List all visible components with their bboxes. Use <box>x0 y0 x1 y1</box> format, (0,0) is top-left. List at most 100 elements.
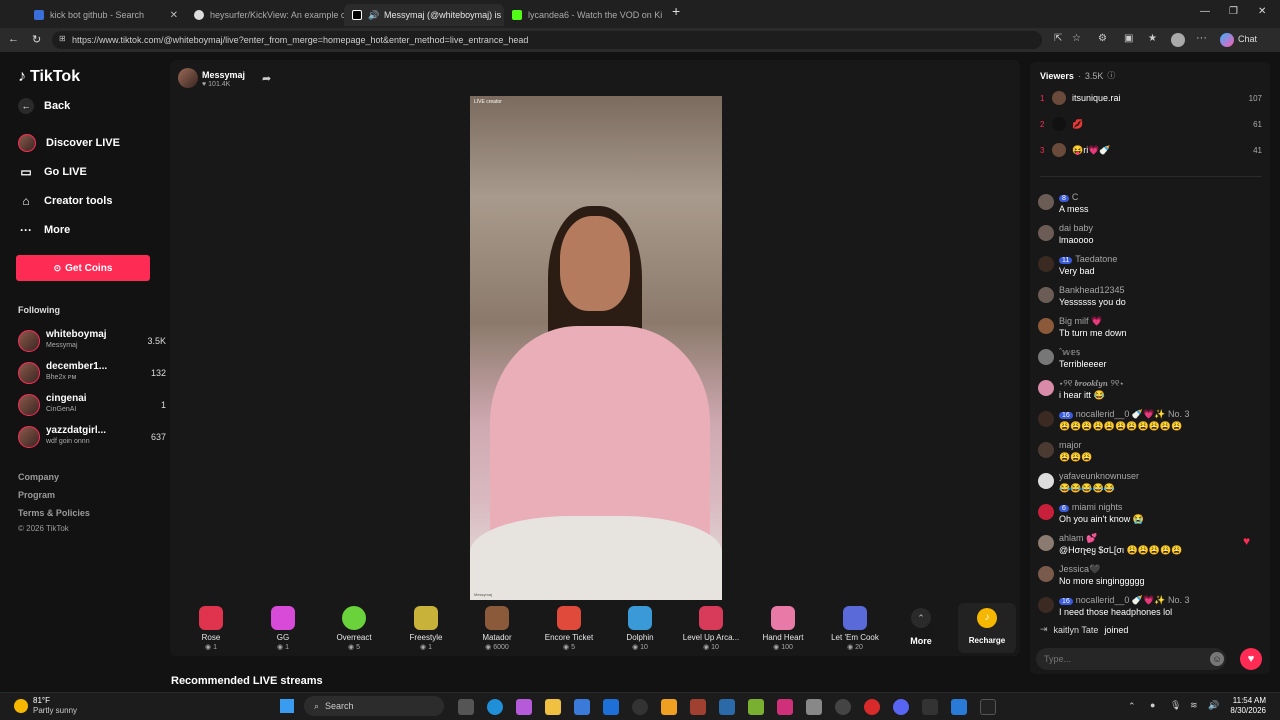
discord-icon[interactable] <box>893 699 909 715</box>
menu-dots-icon[interactable]: ··· <box>1196 32 1207 44</box>
opera-icon[interactable] <box>864 699 880 715</box>
chat-message[interactable]: dai baby lmaoooo <box>1038 223 1263 253</box>
gift-hand-heart[interactable]: Hand Heart ◉ 100 <box>748 606 818 651</box>
split-screen-icon[interactable]: ▣ <box>1124 33 1133 44</box>
emoji-icon[interactable]: ☺ <box>1210 652 1224 666</box>
close-window-button[interactable]: ✕ <box>1258 6 1266 17</box>
following-item[interactable]: whiteboymaj Messymaj 3.5K <box>18 328 166 356</box>
refresh-icon[interactable]: ↻ <box>32 33 41 46</box>
gift-matador[interactable]: Matador ◉ 6000 <box>462 606 532 651</box>
store-icon[interactable] <box>574 699 590 715</box>
top-viewer-row[interactable]: 1 itsunique.rai 107 <box>1040 90 1262 106</box>
gift-let-em-cook[interactable]: Let 'Em Cook ◉ 20 <box>820 606 890 651</box>
task-view-icon[interactable] <box>458 699 474 715</box>
tiktok-logo[interactable]: ♪ TikTok <box>18 68 80 86</box>
weather-desc[interactable]: Partly sunny <box>33 706 77 715</box>
gift-overreact[interactable]: Overreact ◉ 5 <box>319 606 389 651</box>
top-viewer-row[interactable]: 3 😝ri💗🍼 41 <box>1040 142 1262 158</box>
url-input[interactable]: ⊞ https://www.tiktok.com/@whiteboymaj/li… <box>52 31 1042 49</box>
tab-kick-bot-search[interactable]: kick bot github - Search ✕ <box>26 4 186 26</box>
footer-link-terms[interactable]: Terms & Policies <box>18 508 90 518</box>
chart-app-icon[interactable] <box>922 699 938 715</box>
instagram-icon[interactable] <box>777 699 793 715</box>
gift-gg[interactable]: GG ◉ 1 <box>248 606 318 651</box>
footer-link-company[interactable]: Company <box>18 472 59 482</box>
app-icon[interactable] <box>748 699 764 715</box>
chat-message[interactable]: Bankhead12345 Yessssss you do <box>1038 285 1263 315</box>
following-item[interactable]: cingenai CinGenAI 1 <box>18 392 166 420</box>
chat-message[interactable]: 6 miami nights Oh you ain't know 😭 <box>1038 502 1263 532</box>
following-item[interactable]: yazzdatgirl... wdf goin onnn 637 <box>18 424 166 452</box>
host-name[interactable]: Messymaj <box>202 70 245 80</box>
gifts-more-button[interactable]: ⌃ More <box>896 608 946 646</box>
gift-level-up-arcade[interactable]: Level Up Arca... ◉ 10 <box>676 606 746 651</box>
chat-message[interactable]: 16 nocallerid__0 🍼💗✨ No. 3 😩😩😩😩😩😩😩😩😩😩😩 <box>1038 409 1263 439</box>
chat-message[interactable]: ⋆୨୧ 𝒃𝒓𝒐𝒐𝒌𝒍𝒚𝒏 ୨୧⋆ i hear itt 😂 <box>1038 378 1263 408</box>
chat-message[interactable]: 11 Taedatone Very bad <box>1038 254 1263 284</box>
favorite-star-icon[interactable]: ☆ <box>1072 33 1081 44</box>
copilot-icon[interactable] <box>1220 33 1234 47</box>
nav-more[interactable]: ··· More <box>18 222 70 238</box>
volume-icon[interactable]: 🔊 <box>1208 700 1219 711</box>
tab-kick-vod[interactable]: lycandea6 - Watch the VOD on Ki ✕ <box>504 4 664 26</box>
share-icon[interactable]: ➦ <box>262 72 271 85</box>
gift-freestyle[interactable]: Freestyle ◉ 1 <box>391 606 461 651</box>
tray-app-icon[interactable]: ● <box>1150 700 1155 710</box>
back-arrow-icon[interactable]: ← <box>8 33 19 45</box>
chat-input[interactable] <box>1036 648 1226 670</box>
tab-kickview-github[interactable]: heysurfer/KickView: An example c ✕ <box>186 4 344 26</box>
info-icon[interactable]: ⓘ <box>1107 70 1115 81</box>
chat-message[interactable]: major 😩😩😩 <box>1038 440 1263 470</box>
gift-dolphin[interactable]: Dolphin ◉ 10 <box>605 606 675 651</box>
chat-button-label[interactable]: Chat <box>1238 34 1257 44</box>
close-tab-icon[interactable]: ✕ <box>170 10 178 21</box>
weather-temp[interactable]: 81°F <box>33 696 50 705</box>
nav-go-live[interactable]: ▭ Go LIVE <box>18 164 86 180</box>
gift-rose[interactable]: Rose ◉ 1 <box>176 606 246 651</box>
viewers-header[interactable]: Viewers · 3.5K ⓘ <box>1040 70 1115 81</box>
site-info-icon[interactable]: ⊞ <box>59 34 66 43</box>
taskbar-search[interactable]: ⌕ Search <box>304 696 444 716</box>
windows-start-icon[interactable] <box>280 699 294 713</box>
chat-message[interactable]: Big milf 💗 Tb turn me down <box>1038 316 1263 346</box>
copilot-app-icon[interactable] <box>516 699 532 715</box>
chat-message[interactable]: ahlam 💕 @Hσɳҽყ $σL[σι 😩😩😩😩😩 <box>1038 533 1263 563</box>
nav-creator-tools[interactable]: ⌂ Creator tools <box>18 193 112 209</box>
extensions-icon[interactable]: ⚙ <box>1098 33 1107 44</box>
clock-date[interactable]: 8/30/2026 <box>1226 706 1266 715</box>
nav-discover-live[interactable]: Discover LIVE <box>18 134 120 152</box>
new-tab-button[interactable]: + <box>672 3 680 19</box>
wifi-icon[interactable]: ≋ <box>1190 700 1198 711</box>
settings-gear-icon[interactable] <box>806 699 822 715</box>
chat-message[interactable]: 16 nocallerid__0 🍼💗✨ No. 3 I need those h… <box>1038 595 1263 625</box>
game-icon[interactable] <box>690 699 706 715</box>
clock-time[interactable]: 11:54 AM <box>1226 696 1266 705</box>
top-viewer-row[interactable]: 2 💋 61 <box>1040 116 1262 132</box>
maximize-button[interactable]: ❐ <box>1229 6 1238 17</box>
chat-message[interactable]: yafaveunknownuser 😂😂😂😂😂 <box>1038 471 1263 501</box>
recharge-button[interactable]: ♪ Recharge <box>958 603 1016 653</box>
back-button[interactable]: ← Back <box>18 98 70 114</box>
minimize-button[interactable]: — <box>1200 6 1210 17</box>
terminal-icon[interactable] <box>980 699 996 715</box>
gift-heart-button[interactable]: ♥ <box>1240 648 1262 670</box>
tab-tiktok-live[interactable]: 🔊 Messymaj (@whiteboymaj) is ✕ <box>344 4 504 26</box>
chat-message[interactable]: 8C A mess <box>1038 192 1263 222</box>
live-video-player[interactable]: LIVE creator Messymaj <box>470 96 722 600</box>
weather-sun-icon[interactable] <box>14 699 28 713</box>
host-avatar[interactable] <box>178 68 198 88</box>
microphone-icon[interactable]: 🎙 <box>1170 700 1181 711</box>
tray-chevron-up-icon[interactable]: ⌃ <box>1128 701 1136 712</box>
roblox-icon[interactable] <box>661 699 677 715</box>
edge-icon[interactable] <box>487 699 503 715</box>
steam-library-icon[interactable] <box>719 699 735 715</box>
chat-message[interactable]: Jessica🖤 No more singinggggg <box>1038 564 1263 594</box>
profile-avatar[interactable] <box>1171 33 1185 47</box>
chrome-icon[interactable] <box>835 699 851 715</box>
active-browser-icon[interactable] <box>951 699 967 715</box>
outlook-icon[interactable] <box>603 699 619 715</box>
open-app-icon[interactable]: ⇱ <box>1054 33 1062 44</box>
chat-message[interactable]: ˆ𝕨𝕖𝕤 Terribleeeer <box>1038 347 1263 377</box>
following-item[interactable]: december1... Bhe2x ᴘᴍ 132 <box>18 360 166 388</box>
footer-link-program[interactable]: Program <box>18 490 55 500</box>
